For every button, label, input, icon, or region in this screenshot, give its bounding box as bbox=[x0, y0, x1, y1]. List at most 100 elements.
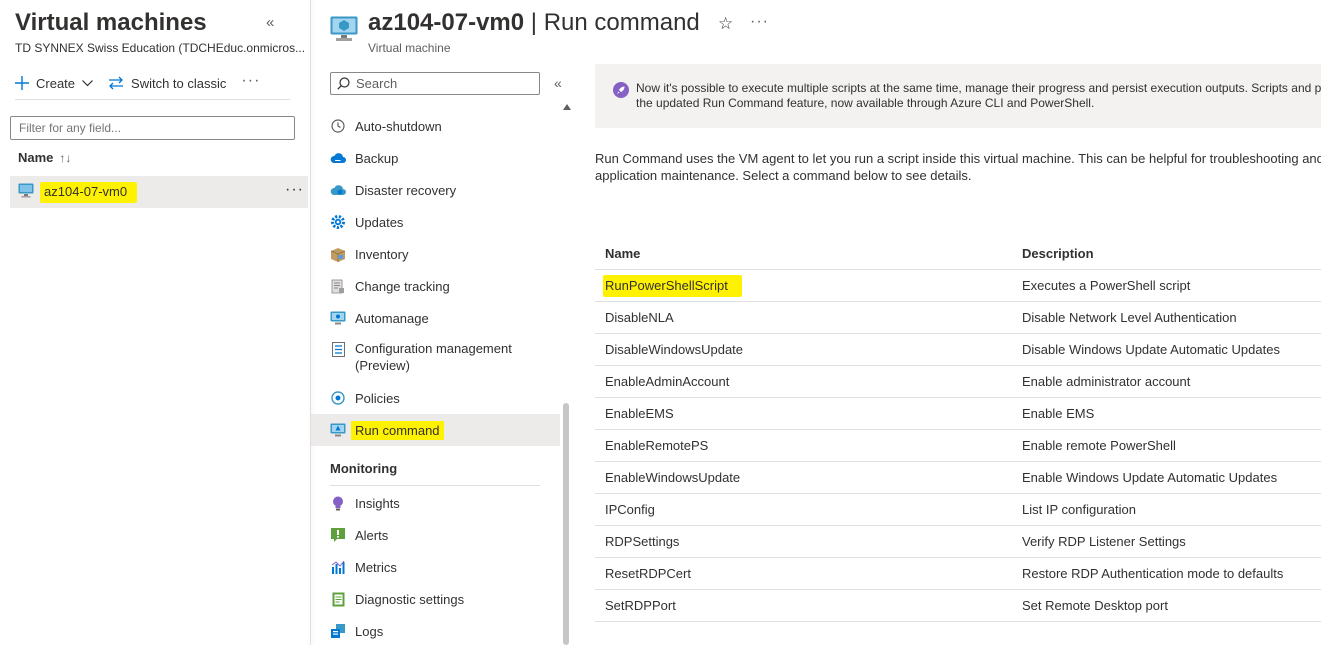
banner-line-2: the updated Run Command feature, now ava… bbox=[636, 96, 1095, 110]
command-description: Verify RDP Listener Settings bbox=[1022, 534, 1186, 549]
menu-item-auto-shutdown[interactable]: Auto-shutdown bbox=[311, 110, 560, 142]
description-line-2: application maintenance. Select a comman… bbox=[595, 168, 972, 183]
automanage-icon bbox=[330, 310, 346, 326]
command-name[interactable]: DisableWindowsUpdate bbox=[595, 342, 1022, 357]
favorite-star-icon[interactable]: ☆ bbox=[718, 14, 733, 34]
table-row[interactable]: EnableRemotePS Enable remote PowerShell bbox=[595, 430, 1321, 462]
metrics-chart-icon bbox=[330, 559, 346, 575]
toolbar-more-button[interactable]: ··· bbox=[241, 72, 260, 90]
vm-row-more-button[interactable]: ··· bbox=[285, 181, 304, 199]
info-banner: Now it's possible to execute multiple sc… bbox=[595, 64, 1321, 128]
header-more-button[interactable]: ··· bbox=[750, 13, 769, 31]
gear-icon bbox=[330, 214, 346, 230]
virtual-machine-icon bbox=[330, 16, 358, 41]
command-description: Disable Windows Update Automatic Updates bbox=[1022, 342, 1280, 357]
menu-item-label: Change tracking bbox=[355, 278, 450, 294]
sort-icon[interactable]: ↑↓ bbox=[59, 151, 71, 165]
resource-menu: Search « Auto-shutdown Backup Disaster r… bbox=[311, 60, 575, 645]
page-title-vm-name: az104-07-vm0 bbox=[368, 9, 525, 36]
command-name[interactable]: SetRDPPort bbox=[595, 598, 1022, 613]
menu-item-automanage[interactable]: Automanage bbox=[311, 302, 560, 334]
inventory-box-icon bbox=[330, 246, 346, 262]
description-line-1: Run Command uses the VM agent to let you… bbox=[595, 151, 1321, 166]
menu-item-label: Configuration management (Preview) bbox=[355, 341, 512, 373]
filter-input[interactable] bbox=[10, 116, 295, 140]
command-name[interactable]: EnableWindowsUpdate bbox=[595, 470, 1022, 485]
menu-item-updates[interactable]: Updates bbox=[311, 206, 560, 238]
change-tracking-icon bbox=[330, 278, 346, 294]
menu-item-label: Insights bbox=[355, 495, 400, 511]
menu-search-placeholder: Search bbox=[356, 76, 398, 91]
command-name[interactable]: EnableRemotePS bbox=[595, 438, 1022, 453]
switch-to-classic-button[interactable]: Switch to classic bbox=[108, 72, 226, 94]
command-description: List IP configuration bbox=[1022, 502, 1136, 517]
menu-item-label: Metrics bbox=[355, 559, 397, 575]
menu-item-policies[interactable]: Policies bbox=[311, 382, 560, 414]
menu-item-label: Policies bbox=[355, 390, 400, 406]
command-name[interactable]: RunPowerShellScript bbox=[603, 275, 742, 297]
plus-icon bbox=[15, 76, 29, 90]
table-row[interactable]: RunPowerShellScript Executes a PowerShel… bbox=[595, 270, 1321, 302]
create-button[interactable]: Create bbox=[15, 72, 93, 94]
command-name[interactable]: EnableEMS bbox=[595, 406, 1022, 421]
menu-item-logs[interactable]: Logs bbox=[311, 615, 560, 645]
table-row[interactable]: DisableWindowsUpdate Disable Windows Upd… bbox=[595, 334, 1321, 366]
table-row[interactable]: EnableEMS Enable EMS bbox=[595, 398, 1321, 430]
blade-toolbar: Create Switch to classic ··· bbox=[15, 72, 290, 100]
menu-item-label: Logs bbox=[355, 623, 384, 639]
table-row[interactable]: IPConfig List IP configuration bbox=[595, 494, 1321, 526]
virtual-machine-icon bbox=[18, 183, 34, 198]
menu-item-label: Updates bbox=[355, 214, 404, 230]
alert-icon bbox=[330, 527, 346, 543]
menu-scrollbar-thumb[interactable] bbox=[563, 403, 569, 645]
run-command-icon bbox=[330, 422, 346, 438]
menu-item-metrics[interactable]: Metrics bbox=[311, 551, 560, 583]
menu-item-label: Automanage bbox=[355, 310, 429, 326]
switch-arrows-icon bbox=[109, 76, 124, 90]
resource-type-subtitle: Virtual machine bbox=[368, 41, 451, 55]
menu-item-run-command[interactable]: Run command bbox=[311, 414, 560, 446]
command-name[interactable]: RDPSettings bbox=[595, 534, 1022, 549]
blade-title: Virtual machines bbox=[15, 9, 207, 36]
collapse-blade-button[interactable]: « bbox=[266, 14, 274, 31]
chevron-down-icon bbox=[82, 79, 93, 86]
table-row[interactable]: EnableWindowsUpdate Enable Windows Updat… bbox=[595, 462, 1321, 494]
scroll-up-arrow[interactable] bbox=[563, 104, 571, 110]
description-column-header: Description bbox=[1022, 246, 1094, 261]
menu-item-label: Alerts bbox=[355, 527, 389, 543]
table-header-row: Name Description bbox=[595, 238, 1321, 270]
rocket-icon bbox=[613, 82, 629, 98]
table-row[interactable]: DisableNLA Disable Network Level Authent… bbox=[595, 302, 1321, 334]
command-description: Enable administrator account bbox=[1022, 374, 1191, 389]
menu-item-insights[interactable]: Insights bbox=[311, 487, 560, 519]
command-description: Restore RDP Authentication mode to defau… bbox=[1022, 566, 1284, 581]
collapse-menu-button[interactable]: « bbox=[554, 75, 562, 91]
menu-item-configuration-management[interactable]: Configuration management (Preview) bbox=[311, 334, 560, 382]
name-column-header[interactable]: Name ↑↓ bbox=[18, 150, 71, 165]
menu-item-change-tracking[interactable]: Change tracking bbox=[311, 270, 560, 302]
diagnostic-icon bbox=[330, 591, 346, 607]
command-name[interactable]: IPConfig bbox=[595, 502, 1022, 517]
table-row[interactable]: EnableAdminAccount Enable administrator … bbox=[595, 366, 1321, 398]
table-row[interactable]: SetRDPPort Set Remote Desktop port bbox=[595, 590, 1321, 622]
command-name[interactable]: DisableNLA bbox=[595, 310, 1022, 325]
command-name[interactable]: EnableAdminAccount bbox=[595, 374, 1022, 389]
menu-item-disaster-recovery[interactable]: Disaster recovery bbox=[311, 174, 560, 206]
table-row[interactable]: ResetRDPCert Restore RDP Authentication … bbox=[595, 558, 1321, 590]
menu-item-backup[interactable]: Backup bbox=[311, 142, 560, 174]
banner-message: Now it's possible to execute multiple sc… bbox=[636, 81, 1321, 111]
command-name[interactable]: ResetRDPCert bbox=[595, 566, 1022, 581]
command-description: Disable Network Level Authentication bbox=[1022, 310, 1237, 325]
vm-list-item[interactable]: az104-07-vm0 ··· bbox=[10, 176, 308, 208]
menu-search-input[interactable]: Search bbox=[330, 72, 540, 95]
page-title-page: Run command bbox=[543, 9, 700, 36]
menu-item-inventory[interactable]: Inventory bbox=[311, 238, 560, 270]
menu-item-alerts[interactable]: Alerts bbox=[311, 519, 560, 551]
page-title: az104-07-vm0 | Run command bbox=[368, 9, 700, 37]
monitoring-section-header: Monitoring bbox=[330, 461, 398, 476]
page-title-separator: | bbox=[524, 9, 544, 36]
clock-icon bbox=[330, 118, 346, 134]
vm-name-link[interactable]: az104-07-vm0 bbox=[40, 182, 138, 203]
table-row[interactable]: RDPSettings Verify RDP Listener Settings bbox=[595, 526, 1321, 558]
menu-item-diagnostic-settings[interactable]: Diagnostic settings bbox=[311, 583, 560, 615]
